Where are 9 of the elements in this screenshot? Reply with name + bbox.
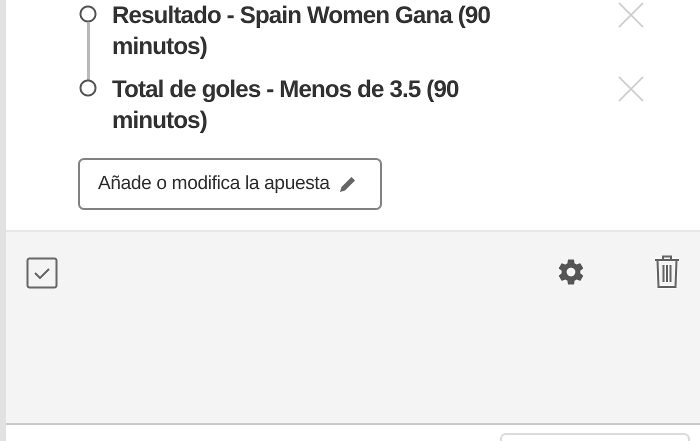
checkbox-icon[interactable] bbox=[26, 257, 58, 289]
edit-bet-button[interactable]: Añade o modifica la apuesta bbox=[78, 158, 382, 210]
circle-icon bbox=[79, 79, 97, 97]
trash-icon[interactable] bbox=[654, 255, 680, 289]
pencil-icon bbox=[338, 174, 358, 194]
circle-icon bbox=[79, 5, 97, 23]
selection-label: Total de goles - Menos de 3.5 (90 minutos) bbox=[112, 75, 460, 136]
settings-icon[interactable] bbox=[556, 257, 586, 287]
selection-label: Resultado - Spain Women Gana (90 minutos) bbox=[112, 1, 492, 62]
